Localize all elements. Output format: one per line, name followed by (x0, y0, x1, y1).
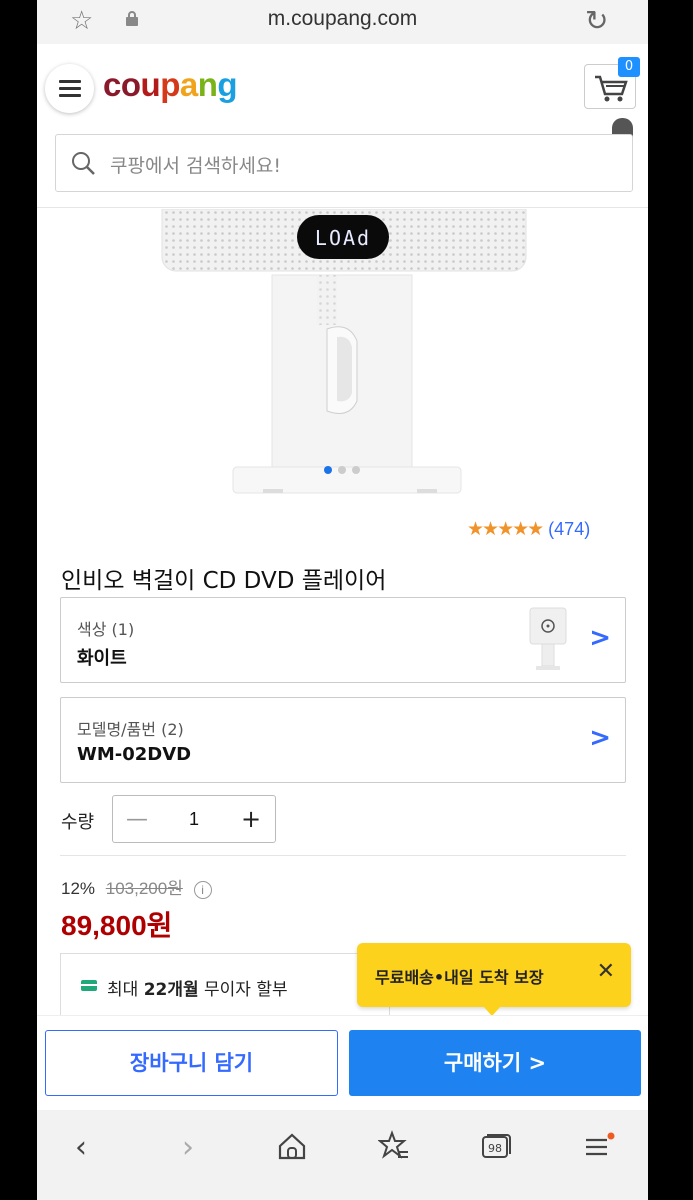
review-count[interactable]: (474) (548, 519, 590, 540)
delivery-tooltip: 무료배송•내일 도착 보장 ✕ (357, 943, 631, 1016)
phone-screen: ☆ m.coupang.com ↻ coupang 0 ︿﹀ 쿠팡에서 검색 (37, 0, 648, 1200)
credit-card-icon (81, 980, 97, 991)
add-to-cart-button[interactable]: 장바구니 담기 (45, 1030, 338, 1096)
original-price: 103,200원 (105, 879, 183, 898)
logo-letter: p (160, 66, 180, 103)
left-letterbox (0, 0, 37, 1200)
player-display-text: LOAd (315, 226, 371, 250)
info-icon[interactable]: i (193, 880, 212, 899)
pagination-dot[interactable] (352, 466, 360, 474)
quantity-value[interactable]: 1 (161, 809, 227, 830)
dvd-player-illustration: LOAd (161, 209, 527, 494)
model-option-selector[interactable]: 모델명/품번 (2) WM-02DVD > (60, 697, 626, 783)
right-letterbox (648, 0, 693, 1200)
option-label: 모델명/품번 (2) (77, 720, 184, 739)
tooltip-text: 무료배송•내일 도착 보장 (375, 968, 544, 987)
rating-stars: ★★★★★ (467, 518, 544, 540)
logo-letter: g (217, 66, 238, 103)
svg-text:98: 98 (488, 1142, 502, 1155)
discount-rate: 12% (61, 879, 96, 898)
chevron-right-icon: > (589, 723, 611, 753)
site-header: coupang 0 ︿﹀ 쿠팡에서 검색하세요! (37, 44, 648, 208)
product-rating[interactable]: ★★★★★ (474) (467, 518, 590, 540)
pagination-dot[interactable] (324, 466, 332, 474)
quantity-label: 수량 (61, 812, 95, 833)
chevron-right-icon: > (589, 623, 611, 653)
installment-info[interactable]: 최대 22개월 무이자 할부i (60, 953, 390, 1015)
search-placeholder: 쿠팡에서 검색하세요! (110, 155, 281, 177)
browser-nav-bar: ‹ › 98 (37, 1110, 648, 1200)
installment-text: 최대 22개월 무이자 할부 (107, 980, 288, 1000)
option-value: 화이트 (77, 648, 127, 669)
logo-letter: o (120, 66, 141, 103)
color-option-selector[interactable]: 색상 (1) 화이트 > (60, 597, 626, 683)
tabs-icon[interactable]: 98 (480, 1132, 512, 1160)
search-icon (72, 152, 95, 175)
back-icon[interactable]: ‹ (75, 1130, 87, 1165)
bookmarks-icon[interactable] (378, 1130, 410, 1162)
discount-info: 12% 103,200원 i (61, 874, 212, 899)
product-image[interactable]: LOAd (37, 209, 648, 505)
buy-now-button[interactable]: 구매하기 > (349, 1030, 641, 1096)
quantity-minus-button[interactable]: — (113, 807, 161, 832)
purchase-actions: 장바구니 담기 구매하기 > (37, 1015, 648, 1110)
logo-letter: a (179, 66, 198, 103)
option-value: WM-02DVD (77, 744, 192, 765)
sale-price: 89,800원 (61, 910, 173, 941)
option-thumbnail (529, 607, 567, 670)
browser-address-bar: ☆ m.coupang.com ↻ (37, 0, 648, 44)
close-icon[interactable]: ✕ (597, 959, 615, 984)
quantity-plus-button[interactable]: + (227, 805, 275, 833)
cart-count-badge: 0 (618, 57, 640, 77)
quantity-stepper: — 1 + (112, 795, 276, 843)
option-label: 색상 (1) (77, 620, 135, 639)
image-pagination[interactable] (324, 466, 360, 474)
logo-letter: u (140, 66, 161, 103)
coupang-logo[interactable]: coupang (103, 66, 238, 104)
divider (60, 855, 626, 856)
forward-icon[interactable]: › (182, 1130, 194, 1165)
product-title: 인비오 벽걸이 CD DVD 플레이어 (61, 568, 387, 594)
search-input[interactable]: 쿠팡에서 검색하세요! (55, 134, 633, 192)
pagination-dot[interactable] (338, 466, 346, 474)
more-menu-icon[interactable] (583, 1132, 615, 1160)
home-icon[interactable] (277, 1132, 307, 1160)
menu-icon[interactable] (45, 64, 94, 113)
logo-letter: c (103, 66, 121, 103)
logo-letter: n (197, 66, 218, 103)
url-text[interactable]: m.coupang.com (37, 7, 648, 31)
reload-icon[interactable]: ↻ (585, 4, 608, 37)
